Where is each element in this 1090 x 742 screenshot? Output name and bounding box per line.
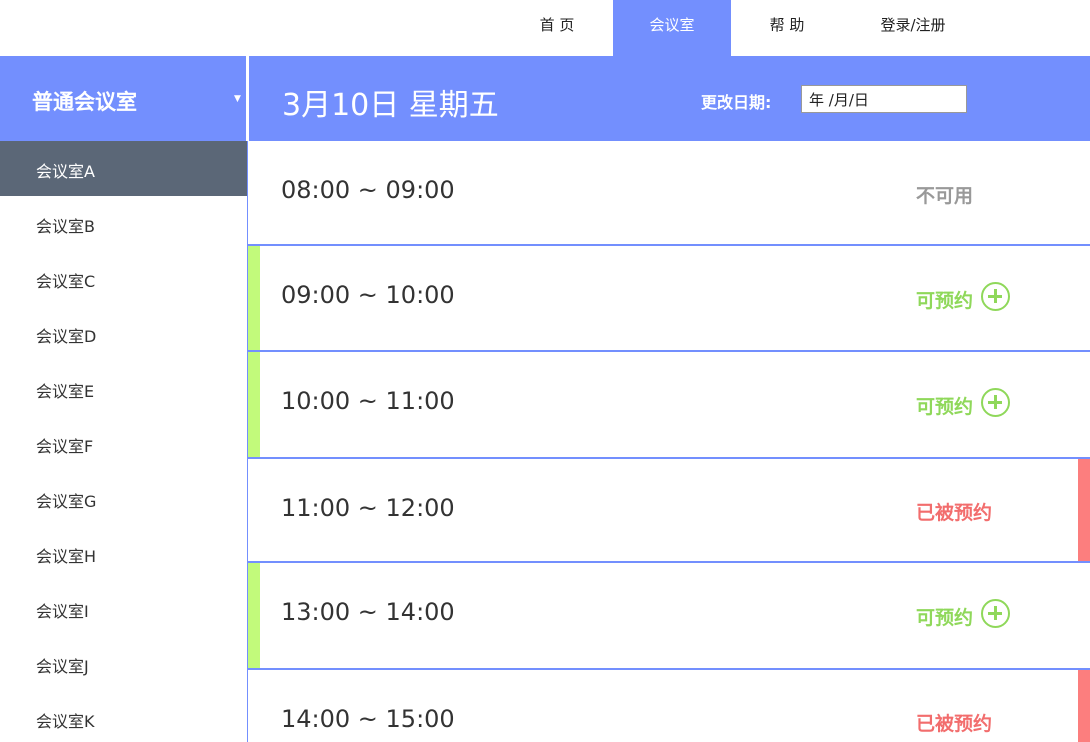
slot-time: 09:00 ~ 10:00: [281, 281, 455, 309]
room-item-label: 会议室G: [36, 492, 97, 511]
room-item-k[interactable]: 会议室K: [0, 691, 247, 742]
slot-status-unavailable: 不可用: [916, 185, 974, 207]
slot-status-available: 可预约: [916, 396, 974, 418]
available-indicator: [248, 563, 260, 668]
time-slot-1100: 11:00 ~ 12:00 已被预约: [248, 459, 1090, 561]
booked-indicator: [1078, 459, 1090, 561]
time-slot-1000: 10:00 ~ 11:00 可预约: [248, 352, 1090, 457]
slot-time: 11:00 ~ 12:00: [281, 494, 455, 522]
slot-status-available: 可预约: [916, 607, 974, 629]
room-item-j[interactable]: 会议室J: [0, 636, 247, 691]
available-indicator: [248, 352, 260, 457]
date-title: 3月10日 星期五: [282, 88, 499, 123]
room-item-b[interactable]: 会议室B: [0, 196, 247, 251]
room-item-g[interactable]: 会议室G: [0, 471, 247, 526]
slot-status-booked: 已被预约: [916, 713, 993, 735]
room-item-a[interactable]: 会议室A: [0, 141, 247, 196]
nav-help[interactable]: 帮 助: [741, 0, 833, 56]
time-slot-1400: 14:00 ~ 15:00 已被预约: [248, 670, 1090, 742]
change-date-label: 更改日期:: [701, 93, 772, 112]
add-booking-icon[interactable]: [981, 388, 1010, 417]
slot-status-booked: 已被预约: [916, 502, 993, 524]
room-item-label: 会议室A: [36, 162, 95, 181]
nav-home[interactable]: 首 页: [511, 0, 603, 56]
nav-meeting-rooms[interactable]: 会议室: [613, 0, 731, 56]
slot-time: 10:00 ~ 11:00: [281, 387, 455, 415]
room-item-f[interactable]: 会议室F: [0, 416, 247, 471]
time-slot-0800: 08:00 ~ 09:00 不可用: [248, 141, 1090, 244]
nav-login-register[interactable]: 登录/注册: [843, 0, 983, 56]
date-input[interactable]: 年 /月/日: [801, 85, 967, 113]
time-slot-0900: 09:00 ~ 10:00 可预约: [248, 246, 1090, 350]
available-indicator: [248, 246, 260, 350]
time-slot-1300: 13:00 ~ 14:00 可预约: [248, 563, 1090, 668]
room-item-label: 会议室D: [36, 327, 97, 346]
room-item-h[interactable]: 会议室H: [0, 526, 247, 581]
room-item-e[interactable]: 会议室E: [0, 361, 247, 416]
room-item-label: 会议室H: [36, 547, 97, 566]
booked-indicator: [1078, 670, 1090, 742]
add-booking-icon[interactable]: [981, 599, 1010, 628]
room-type-label: 普通会议室: [32, 90, 137, 114]
slot-time: 08:00 ~ 09:00: [281, 176, 455, 204]
slot-time: 13:00 ~ 14:00: [281, 598, 455, 626]
room-item-label: 会议室K: [36, 712, 95, 731]
room-item-label: 会议室F: [36, 437, 94, 456]
date-header: 3月10日 星期五 更改日期: 年 /月/日: [249, 56, 1090, 141]
room-item-label: 会议室B: [36, 217, 95, 236]
room-item-i[interactable]: 会议室I: [0, 581, 247, 636]
room-item-label: 会议室C: [36, 272, 96, 291]
slot-status-available: 可预约: [916, 290, 974, 312]
room-item-d[interactable]: 会议室D: [0, 306, 247, 361]
add-booking-icon[interactable]: [981, 282, 1010, 311]
room-list: 会议室A 会议室B 会议室C 会议室D 会议室E 会议室F 会议室G 会议室H …: [0, 141, 247, 742]
room-type-select[interactable]: 普通会议室 ▼: [0, 56, 246, 141]
room-item-label: 会议室I: [36, 602, 89, 621]
slot-time: 14:00 ~ 15:00: [281, 705, 455, 733]
room-item-label: 会议室E: [36, 382, 95, 401]
caret-down-icon: ▼: [234, 94, 241, 104]
room-item-label: 会议室J: [36, 657, 89, 676]
top-nav: 首 页 会议室 帮 助 登录/注册: [0, 0, 1090, 56]
room-item-c[interactable]: 会议室C: [0, 251, 247, 306]
